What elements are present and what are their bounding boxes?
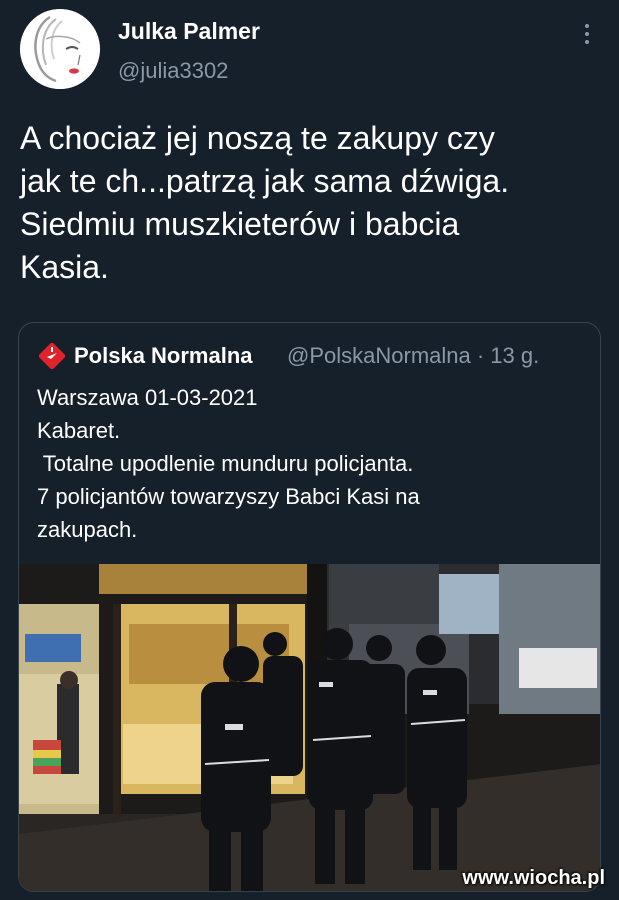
avatar-illustration xyxy=(20,9,100,89)
street-scene-image xyxy=(19,564,600,891)
quoted-text-line: 7 policjantów towarzyszy Babci Kasi na xyxy=(37,484,420,509)
author-name[interactable]: Julka Palmer xyxy=(118,18,260,45)
avatar[interactable] xyxy=(20,9,100,89)
tweet-text-line: A chociaż jej noszą te zakupy czy xyxy=(20,120,495,156)
tweet-text: A chociaż jej noszą te zakupy czy jak te… xyxy=(20,117,610,289)
quoted-text-line: zakupach. xyxy=(37,517,138,542)
polska-normalna-logo-icon xyxy=(39,343,65,369)
quoted-tweet-text: Warszawa 01-03-2021 Kabaret. Totalne upo… xyxy=(37,381,587,546)
tweet: Julka Palmer @julia3302 A chociaż jej no… xyxy=(0,0,619,900)
quoted-text-line: Totalne upodlenie munduru policjanta. xyxy=(37,451,414,476)
quoted-text-line: Kabaret. xyxy=(37,418,121,443)
quoted-text-line: Warszawa 01-03-2021 xyxy=(37,385,258,410)
quoted-author-handle-time[interactable]: @PolskaNormalna · 13 g. xyxy=(287,343,539,369)
more-vertical-icon[interactable] xyxy=(580,24,594,48)
tweet-text-line: Siedmiu muszkieterów i babcia xyxy=(20,205,460,242)
quoted-tweet[interactable]: Polska Normalna @PolskaNormalna · 13 g. … xyxy=(18,322,601,892)
tweet-text-line: Kasia. xyxy=(20,248,109,285)
quoted-author-name[interactable]: Polska Normalna xyxy=(74,343,253,369)
watermark: www.wiocha.pl xyxy=(462,867,605,889)
quoted-video-thumbnail[interactable] xyxy=(19,564,600,891)
tweet-text-line: jak te ch...patrzą jak sama dźwiga. xyxy=(20,162,510,199)
author-handle[interactable]: @julia3302 xyxy=(118,58,228,84)
